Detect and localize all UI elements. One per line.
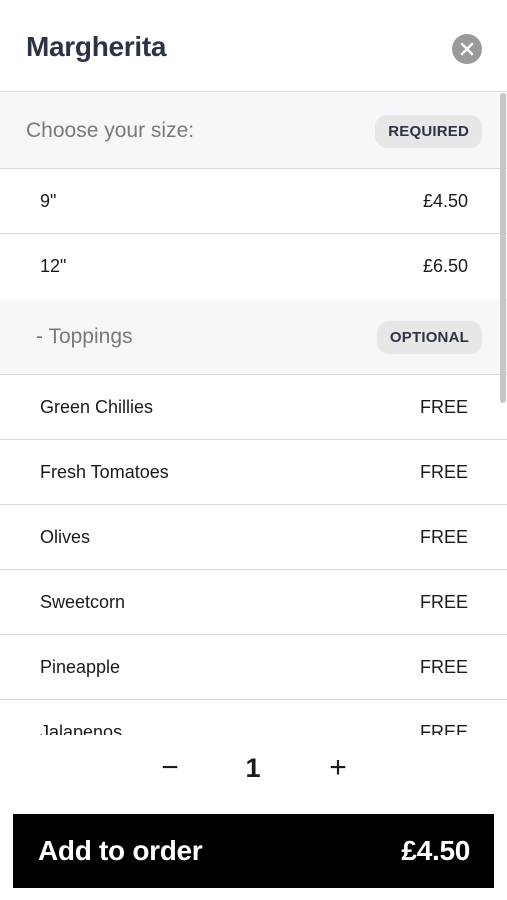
option-name: Sweetcorn [40,592,126,612]
option-name: 12" [40,256,67,276]
size-section-label: Choose your size: [26,119,195,142]
order-total-price: £4.50 [401,835,470,866]
size-option-12[interactable]: 12" £6.50 [0,234,507,299]
scrollbar[interactable] [500,93,506,403]
option-price: FREE [419,397,468,417]
modal-header: Margherita [0,0,507,92]
option-price: £4.50 [422,191,468,211]
option-name: Jalapenos [40,722,123,735]
option-name: Green Chillies [40,397,154,417]
toppings-section-label: - Toppings [36,325,133,348]
optional-badge: OPTIONAL [376,321,482,354]
option-name: Fresh Tomatoes [40,462,169,482]
close-button[interactable] [452,34,482,64]
add-to-order-label: Add to order [38,835,203,866]
add-to-order-button[interactable]: Add to order £4.50 [13,814,494,888]
size-section-header: Choose your size: REQUIRED [0,93,507,169]
option-name: 9" [40,191,57,211]
required-badge: REQUIRED [375,115,482,148]
option-price: FREE [419,527,468,547]
option-name: Olives [40,527,91,547]
topping-option-sweetcorn[interactable]: Sweetcorn FREE [0,570,507,635]
topping-option-fresh-tomatoes[interactable]: Fresh Tomatoes FREE [0,440,507,505]
topping-option-green-chillies[interactable]: Green Chillies FREE [0,375,507,440]
option-name: Pineapple [40,657,121,677]
option-price: FREE [419,722,468,735]
close-icon [460,42,474,56]
quantity-value: 1 [245,753,261,783]
topping-option-olives[interactable]: Olives FREE [0,505,507,570]
increase-quantity-button[interactable]: + [318,748,358,788]
quantity-stepper: − 1 + [0,740,507,800]
options-list[interactable]: Choose your size: REQUIRED 9" £4.50 12" … [0,93,507,735]
page-title: Margherita [26,31,167,62]
option-price: FREE [419,462,468,482]
size-option-9[interactable]: 9" £4.50 [0,169,507,234]
option-price: £6.50 [422,256,468,276]
toppings-section-header: - Toppings OPTIONAL [0,299,507,375]
topping-option-jalapenos[interactable]: Jalapenos FREE [0,700,507,735]
topping-option-pineapple[interactable]: Pineapple FREE [0,635,507,700]
decrease-quantity-button[interactable]: − [150,748,190,788]
option-price: FREE [419,592,468,612]
option-price: FREE [419,657,468,677]
